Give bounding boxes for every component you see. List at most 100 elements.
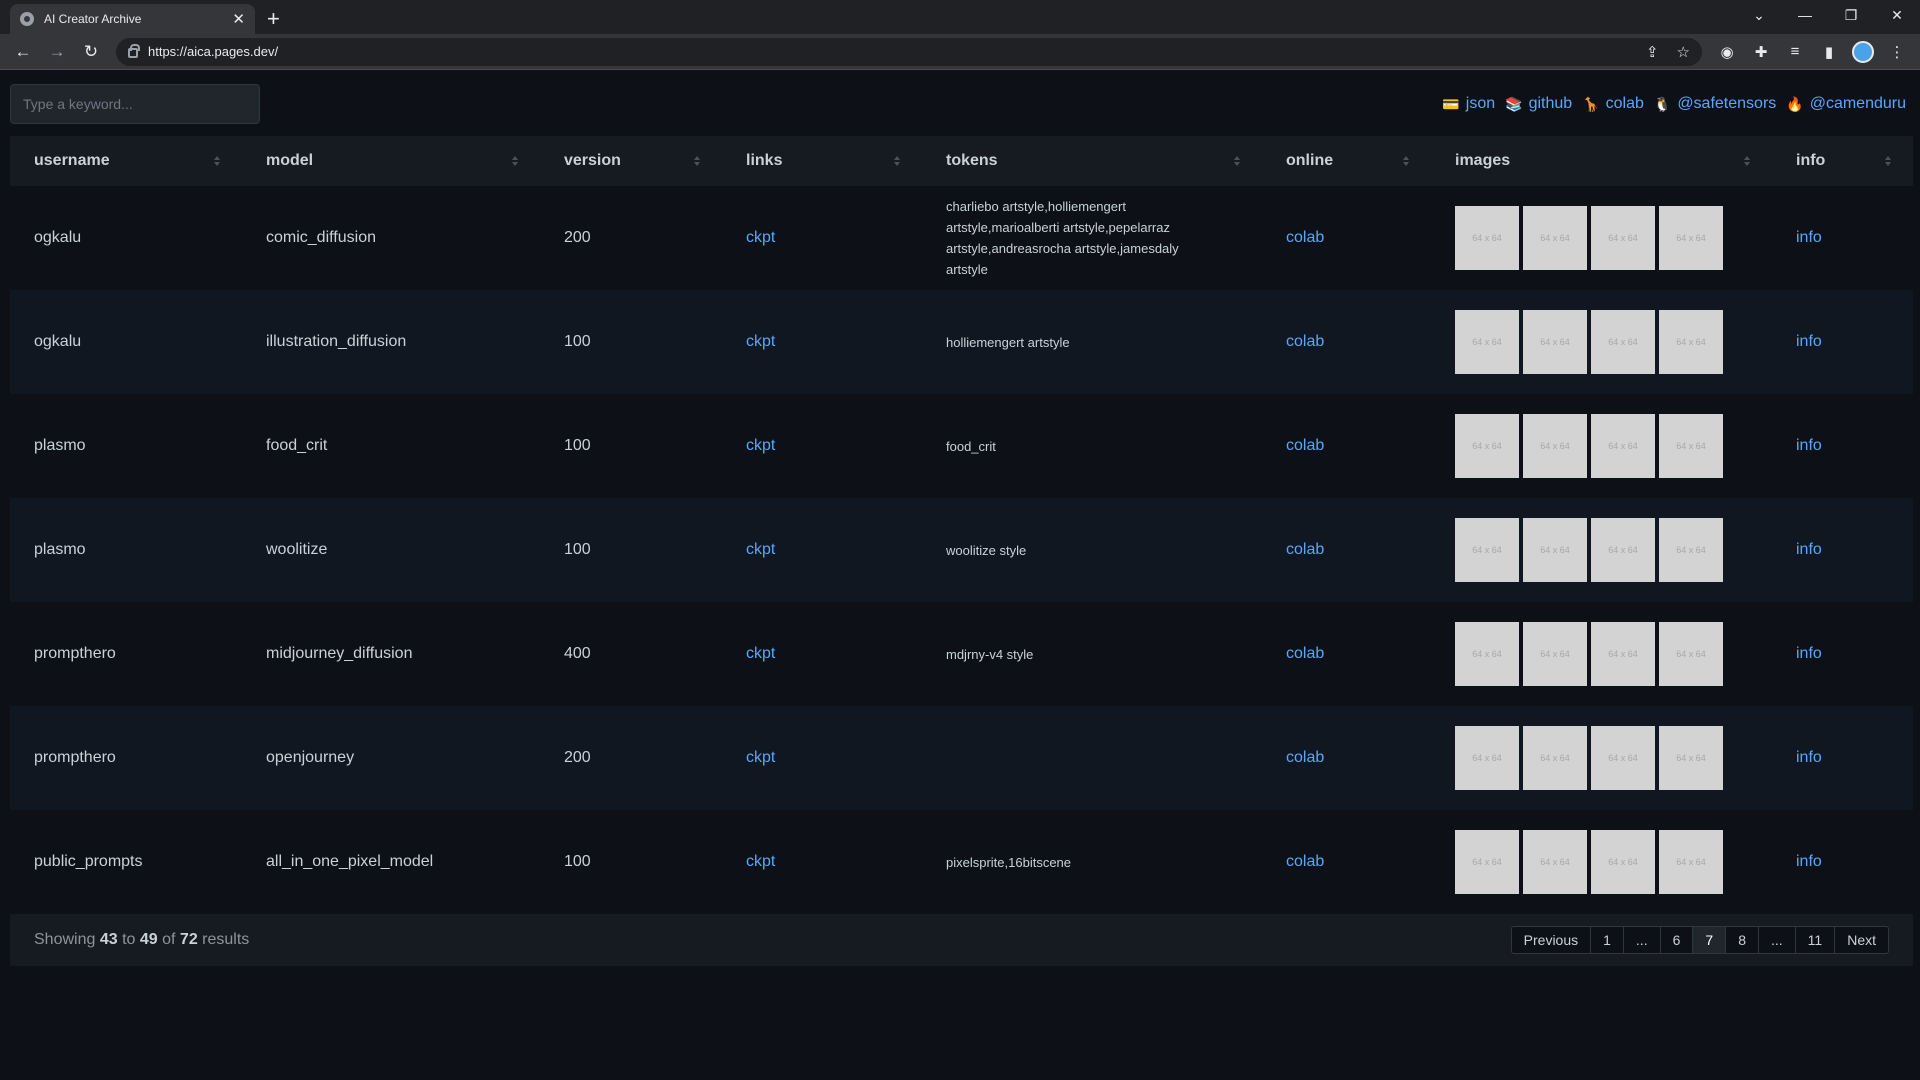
image-thumbnail[interactable]: 64 x 64	[1455, 726, 1519, 790]
image-thumbnail[interactable]: 64 x 64	[1591, 518, 1655, 582]
page-button-7[interactable]: 7	[1692, 926, 1727, 954]
image-thumbnail[interactable]: 64 x 64	[1455, 830, 1519, 894]
image-thumbnail[interactable]: 64 x 64	[1591, 310, 1655, 374]
sort-icon[interactable]	[1885, 156, 1891, 166]
sort-icon[interactable]	[1744, 156, 1750, 166]
links-link[interactable]: ckpt	[746, 229, 775, 246]
image-thumbnail[interactable]: 64 x 64	[1659, 414, 1723, 478]
sort-icon[interactable]	[1234, 156, 1240, 166]
column-header-username[interactable]: username	[10, 136, 242, 186]
image-thumbnail[interactable]: 64 x 64	[1591, 414, 1655, 478]
links-link[interactable]: ckpt	[746, 749, 775, 766]
image-thumbnail[interactable]: 64 x 64	[1455, 206, 1519, 270]
image-thumbnail[interactable]: 64 x 64	[1591, 622, 1655, 686]
online-link[interactable]: colab	[1286, 853, 1324, 870]
info-link[interactable]: info	[1796, 333, 1822, 350]
links-link[interactable]: ckpt	[746, 645, 775, 662]
image-thumbnail[interactable]: 64 x 64	[1659, 518, 1723, 582]
side-panel-icon[interactable]: ▮	[1814, 38, 1844, 66]
sort-icon[interactable]	[512, 156, 518, 166]
image-thumbnail[interactable]: 64 x 64	[1455, 622, 1519, 686]
image-thumbnail[interactable]: 64 x 64	[1591, 726, 1655, 790]
info-link[interactable]: info	[1796, 437, 1822, 454]
info-link[interactable]: info	[1796, 645, 1822, 662]
new-tab-icon[interactable]: +	[267, 8, 280, 30]
reload-icon[interactable]: ↻	[76, 38, 106, 66]
image-thumbnail[interactable]: 64 x 64	[1455, 414, 1519, 478]
toplink-camenduru[interactable]: @camenduru	[1810, 95, 1906, 113]
links-link[interactable]: ckpt	[746, 541, 775, 558]
forward-icon[interactable]: →	[42, 38, 72, 66]
column-header-tokens[interactable]: tokens	[922, 136, 1262, 186]
image-thumbnail[interactable]: 64 x 64	[1591, 830, 1655, 894]
image-thumbnail[interactable]: 64 x 64	[1523, 622, 1587, 686]
image-thumbnail[interactable]: 64 x 64	[1659, 206, 1723, 270]
image-thumbnail[interactable]: 64 x 64	[1659, 310, 1723, 374]
sort-icon[interactable]	[214, 156, 220, 166]
column-header-links[interactable]: links	[722, 136, 922, 186]
results-total: 72	[179, 931, 198, 948]
share-icon[interactable]: ⇪	[1646, 43, 1659, 61]
close-icon[interactable]: ✕	[232, 12, 245, 27]
cell-model: food_crit	[242, 394, 540, 498]
column-header-info[interactable]: info	[1772, 136, 1913, 186]
online-link[interactable]: colab	[1286, 541, 1324, 558]
online-link[interactable]: colab	[1286, 749, 1324, 766]
image-thumbnail[interactable]: 64 x 64	[1591, 206, 1655, 270]
star-icon[interactable]: ☆	[1677, 43, 1690, 61]
search-input[interactable]	[10, 84, 260, 124]
kebab-menu-icon[interactable]: ⋮	[1882, 38, 1912, 66]
toplink-emoji-icon: 📚	[1505, 95, 1523, 112]
image-thumbnail[interactable]: 64 x 64	[1523, 310, 1587, 374]
info-link[interactable]: info	[1796, 541, 1822, 558]
back-icon[interactable]: ←	[8, 38, 38, 66]
close-window-icon[interactable]: ✕	[1874, 7, 1920, 24]
reading-list-icon[interactable]: ≡	[1780, 38, 1810, 66]
toplink-safetensors[interactable]: @safetensors	[1677, 95, 1776, 113]
sort-icon[interactable]	[1403, 156, 1409, 166]
previous-page-button[interactable]: Previous	[1510, 926, 1592, 954]
next-page-button[interactable]: Next	[1834, 926, 1889, 954]
info-link[interactable]: info	[1796, 749, 1822, 766]
image-thumbnail[interactable]: 64 x 64	[1455, 310, 1519, 374]
toplink-colab[interactable]: colab	[1606, 95, 1644, 113]
image-thumbnail[interactable]: 64 x 64	[1523, 414, 1587, 478]
online-link[interactable]: colab	[1286, 437, 1324, 454]
image-thumbnail[interactable]: 64 x 64	[1523, 518, 1587, 582]
page-button-8[interactable]: 8	[1725, 926, 1759, 954]
column-header-online[interactable]: online	[1262, 136, 1431, 186]
minimize-icon[interactable]: —	[1782, 7, 1828, 23]
image-thumbnail[interactable]: 64 x 64	[1523, 726, 1587, 790]
extension-circle-icon[interactable]: ◉	[1712, 38, 1742, 66]
column-header-version[interactable]: version	[540, 136, 722, 186]
online-link[interactable]: colab	[1286, 229, 1324, 246]
links-link[interactable]: ckpt	[746, 333, 775, 350]
links-link[interactable]: ckpt	[746, 437, 775, 454]
address-bar[interactable]: https://aica.pages.dev/ ⇪ ☆	[116, 37, 1702, 66]
info-link[interactable]: info	[1796, 853, 1822, 870]
image-thumbnail[interactable]: 64 x 64	[1659, 830, 1723, 894]
image-thumbnail[interactable]: 64 x 64	[1523, 830, 1587, 894]
info-link[interactable]: info	[1796, 229, 1822, 246]
links-link[interactable]: ckpt	[746, 853, 775, 870]
image-thumbnail[interactable]: 64 x 64	[1659, 726, 1723, 790]
online-link[interactable]: colab	[1286, 645, 1324, 662]
sort-icon[interactable]	[894, 156, 900, 166]
toplink-json[interactable]: json	[1466, 95, 1495, 113]
puzzle-icon[interactable]: ✚	[1746, 38, 1776, 66]
toplink-github[interactable]: github	[1529, 95, 1573, 113]
image-thumbnail[interactable]: 64 x 64	[1659, 622, 1723, 686]
restore-icon[interactable]: ❐	[1828, 7, 1874, 24]
profile-avatar[interactable]	[1848, 38, 1878, 66]
chevron-down-icon[interactable]: ⌄	[1736, 7, 1782, 24]
page-button-11[interactable]: 11	[1794, 926, 1836, 954]
image-thumbnail[interactable]: 64 x 64	[1523, 206, 1587, 270]
column-header-model[interactable]: model	[242, 136, 540, 186]
page-button-6[interactable]: 6	[1659, 926, 1694, 954]
browser-tab[interactable]: AI Creator Archive ✕	[10, 4, 255, 34]
online-link[interactable]: colab	[1286, 333, 1324, 350]
page-button-1[interactable]: 1	[1590, 926, 1624, 954]
image-thumbnail[interactable]: 64 x 64	[1455, 518, 1519, 582]
sort-icon[interactable]	[694, 156, 700, 166]
column-header-images[interactable]: images	[1431, 136, 1772, 186]
